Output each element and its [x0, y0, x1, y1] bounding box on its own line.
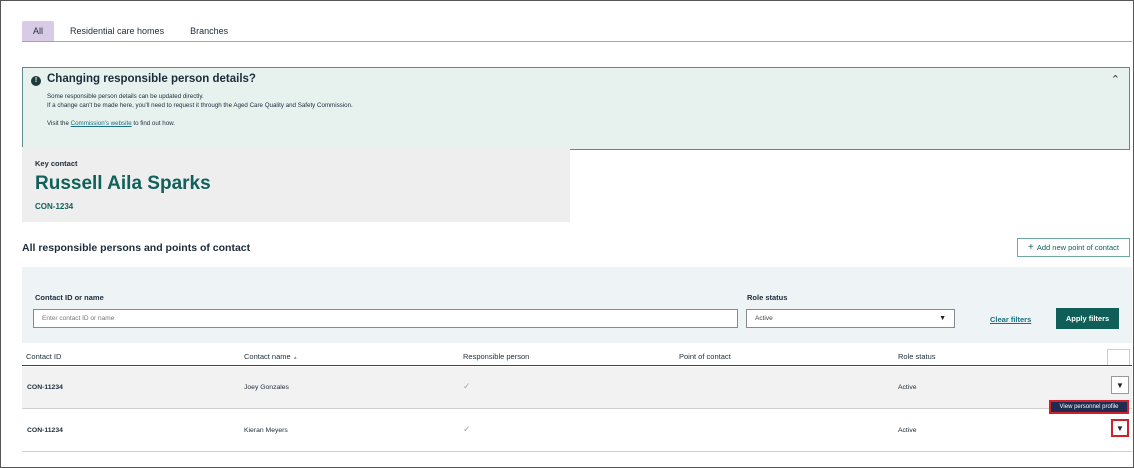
alert-line-3-prefix: Visit the: [47, 120, 71, 127]
tab-branches[interactable]: Branches: [180, 21, 238, 41]
key-contact-name: Russell Aila Sparks: [35, 173, 211, 194]
plus-icon: +: [1028, 242, 1034, 253]
view-personnel-profile-menu-item[interactable]: View personnel profile: [1049, 400, 1129, 414]
role-status-cell: Active: [898, 427, 917, 434]
key-contact-card: Key contact Russell Aila Sparks CON-1234: [22, 147, 570, 222]
info-alert: ! Changing responsible person details? S…: [22, 67, 1130, 150]
alert-line-3: Visit the Commission's website to find o…: [47, 120, 175, 127]
add-button-label: Add new point of contact: [1036, 243, 1119, 252]
sort-icon[interactable]: ▲: [293, 355, 298, 361]
alert-line-1: Some responsible person details can be u…: [47, 93, 204, 100]
alert-line-2: If a change can't be made here, you'll n…: [47, 102, 353, 109]
key-contact-id: CON-1234: [35, 202, 74, 211]
section-title: All responsible persons and points of co…: [22, 242, 251, 254]
table-header: Contact ID Contact name ▲ Responsible pe…: [22, 349, 1132, 366]
filter-panel: Contact ID or name Enter contact ID or n…: [22, 267, 1132, 343]
tab-all[interactable]: All: [22, 21, 55, 41]
alert-line-3-suffix: to find out how.: [131, 120, 175, 127]
alert-title: Changing responsible person details?: [47, 73, 256, 85]
header-contact-name-label: Contact name: [244, 352, 291, 361]
chevron-down-icon[interactable]: ▼: [1111, 419, 1129, 437]
role-status-cell: Active: [898, 384, 917, 391]
contact-name-cell: Kieran Meyers: [244, 427, 288, 434]
clear-filters-link[interactable]: Clear filters: [990, 315, 1031, 324]
header-contact-id[interactable]: Contact ID: [26, 352, 61, 361]
role-status-label: Role status: [747, 293, 788, 302]
contact-search-input[interactable]: Enter contact ID or name: [33, 309, 738, 328]
dropdown-arrow-icon: ▼: [939, 315, 946, 322]
apply-filters-button[interactable]: Apply filters: [1056, 308, 1119, 329]
header-actions-cell: [1107, 349, 1130, 365]
info-icon: !: [31, 76, 41, 86]
chevron-down-icon[interactable]: ▼: [1111, 376, 1129, 394]
header-role-status: Role status: [898, 352, 936, 361]
check-icon: ✓: [463, 424, 471, 434]
header-responsible-person: Responsible person: [463, 352, 530, 361]
contact-id-cell: CON-11234: [27, 427, 63, 434]
contact-name-cell: Joey Gonzales: [244, 384, 289, 391]
contact-id-cell: CON-11234: [27, 384, 63, 391]
role-status-select[interactable]: Active ▼: [746, 309, 955, 328]
table-row: CON-11234 Joey Gonzales ✓ Active ▼: [22, 367, 1132, 409]
check-icon: ✓: [463, 381, 471, 391]
chevron-up-icon[interactable]: ⌃: [1111, 73, 1120, 86]
role-status-value: Active: [755, 315, 773, 322]
key-contact-label: Key contact: [35, 159, 78, 168]
header-contact-name[interactable]: Contact name ▲: [244, 352, 298, 361]
tab-residential-care-homes[interactable]: Residential care homes: [60, 21, 174, 41]
commission-website-link[interactable]: Commission's website: [71, 120, 132, 127]
table-row: CON-11234 Kieran Meyers ✓ Active ▼: [22, 410, 1132, 452]
add-point-of-contact-button[interactable]: + Add new point of contact: [1017, 238, 1130, 257]
header-point-of-contact: Point of contact: [679, 352, 731, 361]
tab-bar: All Residential care homes Branches: [22, 19, 1132, 42]
contact-filter-label: Contact ID or name: [35, 293, 104, 302]
